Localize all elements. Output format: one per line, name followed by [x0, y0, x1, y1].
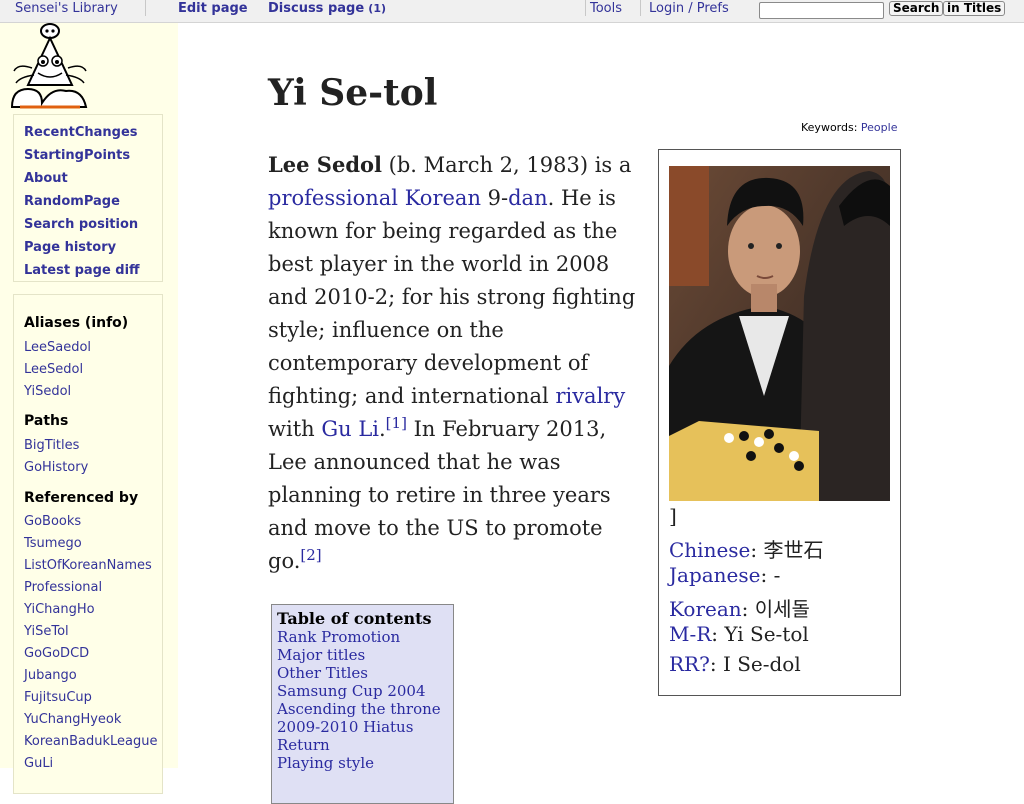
login-prefs-link[interactable]: Login / Prefs: [649, 1, 729, 16]
body-text: [398, 186, 405, 210]
toc-item[interactable]: 2009-2010 Hiatus: [277, 718, 413, 736]
discuss-count: (1): [368, 2, 387, 15]
body-text: .: [378, 417, 386, 441]
toc-item[interactable]: Major titles: [277, 646, 365, 664]
korean-name: : 이세돌: [741, 597, 810, 621]
toc-item[interactable]: Rank Promotion: [277, 628, 400, 646]
rivalry-link[interactable]: rivalry: [555, 384, 625, 408]
nav-random-page[interactable]: RandomPage: [24, 194, 120, 209]
mr-name: : Yi Se-tol: [711, 622, 809, 646]
edit-page-link[interactable]: Edit page: [178, 1, 248, 16]
name-row-rr: RR?: I Se-dol: [669, 652, 801, 676]
name-row-japanese: Japanese: -: [669, 563, 780, 587]
referenced-link[interactable]: ListOfKoreanNames: [24, 558, 152, 573]
name-row-korean: Korean: 이세돌: [669, 593, 810, 622]
keyword-people-link[interactable]: People: [861, 121, 898, 134]
player-photo: [669, 166, 890, 501]
subject-name: Lee Sedol: [268, 152, 382, 177]
discuss-page-label: Discuss page: [268, 1, 365, 16]
referenced-link[interactable]: YiChangHo: [24, 602, 95, 617]
korean-name-link[interactable]: Korean: [669, 597, 742, 621]
referenced-link[interactable]: Professional: [24, 580, 102, 595]
body-text: 9-: [480, 186, 509, 210]
japanese-link[interactable]: Japanese: [669, 563, 760, 587]
toc-item[interactable]: Return: [277, 736, 330, 754]
keywords: Keywords: People: [801, 121, 898, 134]
divider: [145, 0, 146, 16]
toc-item[interactable]: Playing style: [277, 754, 374, 772]
name-row-mr: M-R: Yi Se-tol: [669, 622, 809, 646]
toc-item[interactable]: Ascending the throne: [277, 700, 441, 718]
professional-link[interactable]: professional: [268, 186, 398, 210]
alias-link[interactable]: LeeSaedol: [24, 340, 91, 355]
navigation-box: RecentChanges StartingPoints About Rando…: [13, 114, 163, 282]
referenced-link[interactable]: GoBooks: [24, 514, 81, 529]
nav-search-position[interactable]: Search position: [24, 217, 138, 232]
toc-item[interactable]: Samsung Cup 2004: [277, 682, 426, 700]
korean-link[interactable]: Korean: [405, 186, 481, 210]
top-navigation-bar: Sensei's Library Edit page Discuss page …: [0, 0, 1024, 23]
page-info-box: Aliases (info) LeeSaedol LeeSedol YiSedo…: [13, 294, 163, 794]
keywords-label: Keywords: [801, 121, 854, 134]
search-titles-button[interactable]: in Titles: [943, 1, 1006, 16]
toc-item[interactable]: Other Titles: [277, 664, 368, 682]
nav-latest-page-diff[interactable]: Latest page diff: [24, 263, 140, 278]
table-of-contents: Table of contents Rank Promotion Major t…: [271, 604, 454, 804]
site-logo[interactable]: [10, 23, 90, 111]
alias-link[interactable]: LeeSedol: [24, 362, 83, 377]
path-link[interactable]: GoHistory: [24, 460, 88, 475]
alias-link[interactable]: YiSedol: [24, 384, 71, 399]
discuss-page-link[interactable]: Discuss page (1): [268, 1, 386, 16]
nav-recent-changes[interactable]: RecentChanges: [24, 125, 138, 140]
body-text: (b. March 2, 1983) is a: [382, 153, 632, 177]
rr-name: : I Se-dol: [709, 652, 801, 676]
chinese-name: : 李世石: [750, 538, 824, 562]
body-text: with: [268, 417, 322, 441]
japanese-name: : -: [760, 563, 781, 587]
toc-title: Table of contents: [277, 609, 432, 628]
site-home-link[interactable]: Sensei's Library: [15, 1, 118, 16]
footnote-1-link[interactable]: [1]: [386, 414, 407, 432]
referenced-by-heading: Referenced by: [24, 490, 139, 506]
caption-bracket: ]: [669, 504, 677, 528]
search-button[interactable]: Search: [889, 1, 944, 16]
dan-link[interactable]: dan: [508, 186, 548, 210]
referenced-link[interactable]: YuChangHyeok: [24, 712, 121, 727]
body-text: . He is known for being regarded as the …: [268, 186, 636, 408]
footnote-2-link[interactable]: [2]: [300, 546, 321, 564]
sidebar: RecentChanges StartingPoints About Rando…: [0, 23, 178, 794]
gu-li-link[interactable]: Gu Li: [321, 417, 379, 441]
tools-link[interactable]: Tools: [590, 1, 622, 16]
referenced-link[interactable]: GuLi: [24, 756, 53, 771]
chinese-link[interactable]: Chinese: [669, 538, 750, 562]
path-link[interactable]: BigTitles: [24, 438, 79, 453]
divider: [640, 0, 641, 16]
nav-starting-points[interactable]: StartingPoints: [24, 148, 130, 163]
rr-link[interactable]: RR?: [669, 652, 710, 676]
referenced-link[interactable]: KoreanBadukLeague: [24, 734, 157, 749]
nav-page-history[interactable]: Page history: [24, 240, 116, 255]
paths-heading: Paths: [24, 413, 69, 429]
referenced-link[interactable]: FujitsuCup: [24, 690, 92, 705]
referenced-link[interactable]: GoGoDCD: [24, 646, 89, 661]
player-infobox: ] Chinese: 李世石 Japanese: - Korean: 이세돌 M…: [658, 149, 901, 696]
referenced-link[interactable]: YiSeTol: [24, 624, 69, 639]
aliases-heading: Aliases (info): [24, 315, 129, 331]
search-input[interactable]: [759, 2, 884, 19]
name-row-chinese: Chinese: 李世石: [669, 534, 824, 563]
divider: [585, 0, 586, 16]
referenced-link[interactable]: Tsumego: [24, 536, 82, 551]
intro-paragraph: Lee Sedol (b. March 2, 1983) is a profes…: [268, 148, 640, 578]
referenced-link[interactable]: Jubango: [24, 668, 77, 683]
mr-link[interactable]: M-R: [669, 622, 711, 646]
page-title: Yi Se-tol: [268, 72, 438, 114]
nav-about[interactable]: About: [24, 171, 68, 186]
